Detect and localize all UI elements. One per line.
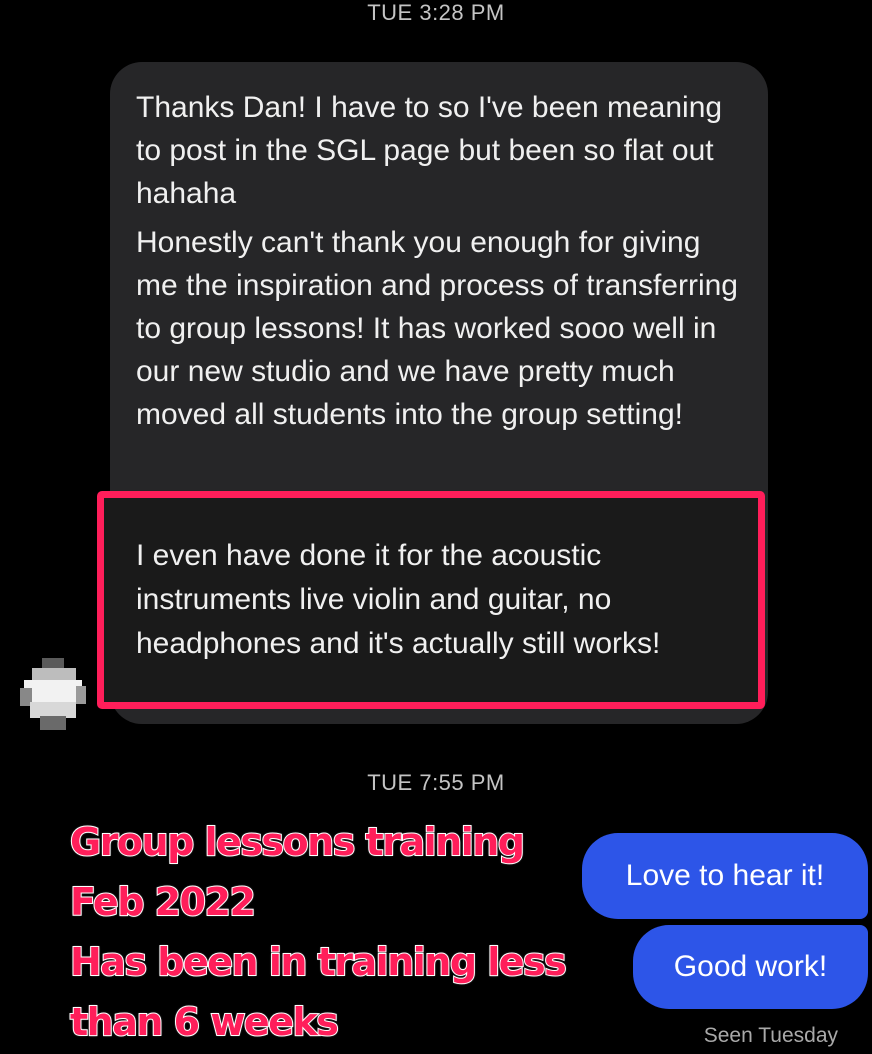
outgoing-message-bubble[interactable]: Love to hear it! [582,833,868,919]
pixelated-avatar-icon[interactable] [20,658,86,730]
overlay-caption-line: Group lessons training [69,819,526,865]
highlighted-message-box: I even have done it for the acoustic ins… [97,491,765,709]
overlay-caption-line: than 6 weeks [69,999,340,1045]
overlay-caption-line: Feb 2022 [69,879,257,925]
overlay-caption: Group lessons training Feb 2022 Has been… [69,812,590,1052]
incoming-message-paragraph-1: Thanks Dan! I have to so I've been meani… [136,91,723,210]
timestamp-second: TUE 7:55 PM [367,770,505,795]
incoming-message-paragraph-3: I even have done it for the acoustic ins… [136,539,661,660]
timestamp-first: TUE 3:28 PM [367,0,505,25]
seen-status: Seen Tuesday [703,1024,838,1047]
overlay-caption-line: Has been in training less [69,939,568,985]
outgoing-message-bubble[interactable]: Good work! [633,925,868,1009]
incoming-message-paragraph-2: Honestly can't thank you enough for givi… [136,226,738,431]
